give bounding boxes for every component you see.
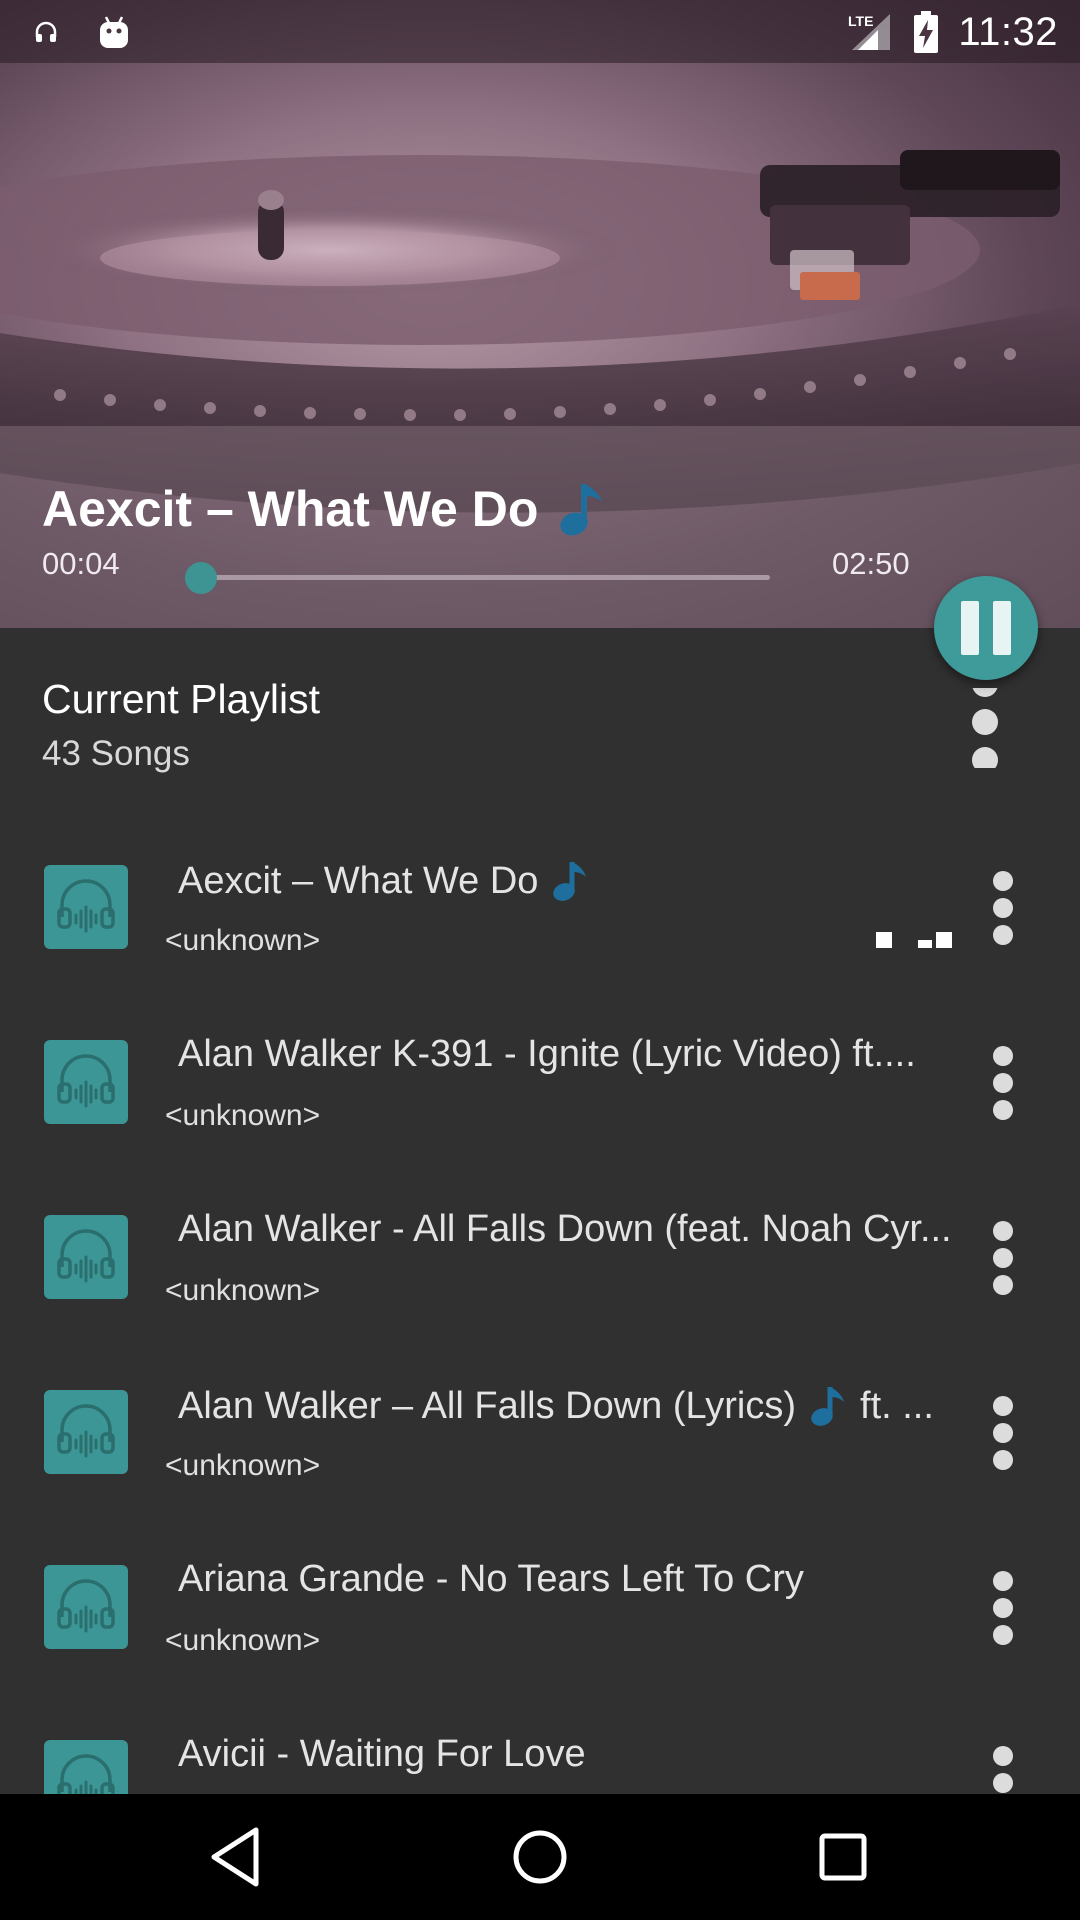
song-thumbnail — [44, 1740, 128, 1794]
song-row[interactable]: Alan Walker K-391 - Ignite (Lyric Video)… — [0, 975, 1080, 1150]
song-more-icon[interactable] — [990, 1570, 1016, 1646]
song-title: Alan Walker – All Falls Down (Lyrics) ft.… — [178, 1383, 952, 1429]
playlist-song-count: 43 Songs — [42, 734, 190, 773]
song-more-icon[interactable] — [990, 1745, 1016, 1794]
network-type: LTE — [848, 13, 873, 29]
song-list: Aexcit – What We Do <unknown> Alan Walker … — [0, 800, 1080, 1794]
music-note-icon — [553, 862, 587, 901]
song-row[interactable]: Aexcit – What We Do <unknown> — [0, 800, 1080, 975]
song-thumbnail — [44, 1215, 128, 1299]
song-thumbnail — [44, 1040, 128, 1124]
song-title: Aexcit – What We Do — [178, 858, 952, 904]
song-title-text: Aexcit – What We Do — [178, 859, 539, 902]
pause-button[interactable] — [934, 576, 1038, 680]
now-playing-panel: Aexcit – What We Do 00:04 02:50 — [0, 426, 1080, 628]
headphones-icon — [57, 1579, 115, 1633]
home-icon[interactable] — [505, 1822, 575, 1892]
headphones-icon — [57, 1229, 115, 1283]
pause-icon-bar — [993, 601, 1011, 655]
song-title: Alan Walker K-391 - Ignite (Lyric Video)… — [178, 1033, 952, 1076]
song-title-text: Avicii - Waiting For Love — [178, 1733, 586, 1775]
song-more-icon[interactable] — [990, 870, 1016, 946]
clock: 11:32 — [958, 9, 1058, 54]
song-row[interactable]: Avicii - Waiting For Love<unknown> — [0, 1675, 1080, 1794]
song-title-text: Ariana Grande - No Tears Left To Cry — [178, 1558, 804, 1600]
music-note-icon — [560, 484, 603, 536]
seek-thumb[interactable] — [184, 562, 217, 594]
song-title-text: Alan Walker - All Falls Down (feat. Noah… — [178, 1208, 952, 1250]
song-more-icon[interactable] — [990, 1220, 1016, 1296]
recents-icon[interactable] — [808, 1822, 878, 1892]
song-artist: <unknown> — [165, 924, 321, 957]
song-title-text: Alan Walker K-391 - Ignite (Lyric Video)… — [178, 1033, 916, 1075]
song-title-text: Alan Walker – All Falls Down (Lyrics) — [178, 1384, 797, 1427]
battery-charging-icon — [914, 11, 939, 53]
song-artist: <unknown> — [165, 1274, 321, 1307]
song-artist: <unknown> — [165, 1099, 321, 1132]
song-row[interactable]: Ariana Grande - No Tears Left To Cry <unk… — [0, 1500, 1080, 1675]
headphones-icon — [57, 1404, 115, 1458]
song-artist: <unknown> — [165, 1449, 321, 1482]
playlist-title: Current Playlist — [42, 676, 320, 722]
status-bar: LTE 11:32 — [0, 0, 1080, 63]
playlist-header: Current Playlist 43 Songs — [0, 628, 1080, 798]
headphones-icon — [57, 1754, 115, 1794]
song-artist: <unknown> — [165, 1624, 321, 1657]
seek-track — [185, 575, 770, 580]
headphones-icon — [57, 879, 115, 933]
seek-bar[interactable] — [184, 560, 770, 596]
headphones-icon — [35, 21, 57, 42]
equalizer-icon — [876, 932, 952, 948]
song-thumbnail — [44, 1565, 128, 1649]
song-more-icon[interactable] — [990, 1045, 1016, 1121]
music-note-icon — [811, 1387, 845, 1426]
elapsed-time: 00:04 — [42, 546, 120, 581]
lte-signal-icon: LTE — [848, 13, 891, 50]
total-time: 02:50 — [832, 546, 910, 581]
song-title: Alan Walker - All Falls Down (feat. Noah… — [178, 1208, 952, 1251]
song-thumbnail — [44, 865, 128, 949]
now-playing-title-text: Aexcit – What We Do — [42, 481, 539, 537]
song-title: Avicii - Waiting For Love — [178, 1733, 952, 1776]
navigation-bar — [0, 1794, 1080, 1920]
song-title: Ariana Grande - No Tears Left To Cry — [178, 1558, 952, 1601]
music-player-screen: LTE 11:32 Aexcit – What We Do 00:04 02:5… — [0, 0, 1080, 1920]
song-more-icon[interactable] — [990, 1395, 1016, 1471]
song-title-suffix: ft. ... — [860, 1384, 934, 1427]
song-row[interactable]: Alan Walker – All Falls Down (Lyrics) ft.… — [0, 1325, 1080, 1500]
now-playing-title: Aexcit – What We Do — [42, 478, 612, 540]
headphones-icon — [57, 1054, 115, 1108]
playlist-more-icon[interactable] — [968, 688, 1002, 768]
pause-icon — [961, 601, 979, 655]
android-icon — [100, 16, 128, 48]
song-thumbnail — [44, 1390, 128, 1474]
song-row[interactable]: Alan Walker - All Falls Down (feat. Noah… — [0, 1150, 1080, 1325]
back-icon[interactable] — [200, 1822, 270, 1892]
